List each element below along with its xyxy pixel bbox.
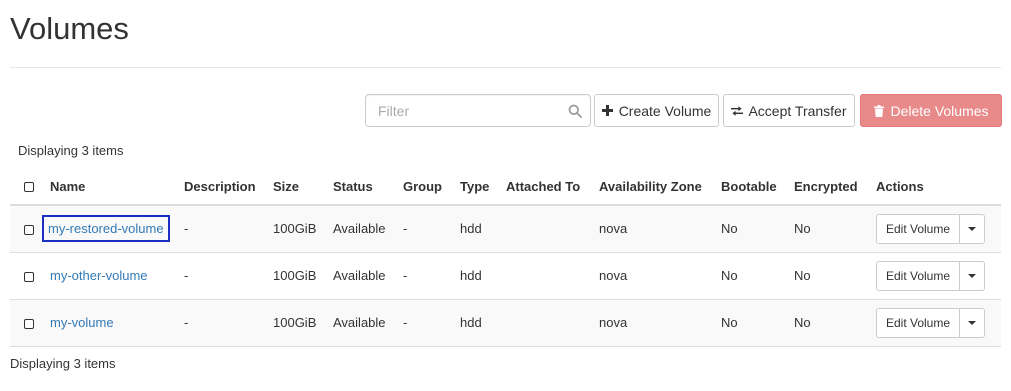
row-actions: Edit Volume (876, 260, 985, 291)
row-select-cell (10, 252, 50, 300)
column-header-status[interactable]: Status (333, 168, 403, 206)
availability-zone-cell: nova (599, 299, 721, 347)
row-checkbox[interactable] (24, 318, 34, 329)
select-all-checkbox[interactable] (24, 182, 34, 193)
caret-down-icon (968, 273, 976, 278)
page-title: Volumes (10, 11, 129, 46)
attached-to-cell (506, 299, 599, 347)
status-cell: Available (333, 299, 403, 347)
row-select-cell (10, 299, 50, 347)
volumes-table: Name Description Size Status Group Type … (10, 168, 1001, 347)
filter-box (365, 94, 591, 127)
column-header-actions: Actions (876, 168, 1001, 206)
availability-zone-cell: nova (599, 252, 721, 300)
search-icon[interactable] (568, 104, 582, 118)
group-cell: - (403, 299, 460, 347)
description-cell: - (184, 252, 273, 300)
volume-name-link[interactable]: my-other-volume (50, 268, 148, 283)
row-checkbox[interactable] (24, 224, 34, 235)
column-header-attached-to[interactable]: Attached To (506, 168, 599, 206)
column-header-description[interactable]: Description (184, 168, 273, 206)
encrypted-cell: No (794, 252, 876, 300)
trash-icon (873, 104, 885, 117)
filter-input[interactable] (366, 95, 561, 126)
column-header-bootable[interactable]: Bootable (721, 168, 794, 206)
table-row: my-restored-volume - 100GiB Available - … (10, 205, 1001, 253)
column-header-name[interactable]: Name (50, 168, 184, 206)
column-header-size[interactable]: Size (273, 168, 333, 206)
attached-to-cell (506, 252, 599, 300)
actions-cell: Edit Volume (876, 252, 1001, 300)
edit-volume-button[interactable]: Edit Volume (876, 307, 960, 338)
create-volume-label: Create Volume (618, 102, 712, 119)
status-cell: Available (333, 252, 403, 300)
type-cell: hdd (460, 205, 506, 253)
item-count-top: Displaying 3 items (18, 143, 124, 158)
caret-down-icon (968, 226, 976, 231)
volume-name-link[interactable]: my-volume (50, 315, 114, 330)
row-actions: Edit Volume (876, 213, 985, 244)
volume-name-link[interactable]: my-restored-volume (42, 215, 170, 243)
delete-volumes-label: Delete Volumes (890, 102, 989, 119)
volume-name-cell: my-volume (50, 299, 184, 347)
row-actions-dropdown[interactable] (960, 260, 985, 291)
type-cell: hdd (460, 299, 506, 347)
edit-volume-button[interactable]: Edit Volume (876, 260, 960, 291)
type-cell: hdd (460, 252, 506, 300)
create-volume-button[interactable]: Create Volume (594, 94, 719, 127)
table-header-row: Name Description Size Status Group Type … (10, 168, 1001, 206)
size-cell: 100GiB (273, 205, 333, 253)
size-cell: 100GiB (273, 299, 333, 347)
select-all-cell (10, 168, 50, 206)
table-row: my-volume - 100GiB Available - hdd nova … (10, 299, 1001, 347)
row-actions: Edit Volume (876, 307, 985, 338)
row-actions-dropdown[interactable] (960, 213, 985, 244)
column-header-encrypted[interactable]: Encrypted (794, 168, 876, 206)
row-actions-dropdown[interactable] (960, 307, 985, 338)
plus-icon (602, 105, 614, 117)
actions-cell: Edit Volume (876, 299, 1001, 347)
group-cell: - (403, 205, 460, 253)
description-cell: - (184, 299, 273, 347)
column-header-group[interactable]: Group (403, 168, 460, 206)
availability-zone-cell: nova (599, 205, 721, 253)
caret-down-icon (968, 320, 976, 325)
actions-cell: Edit Volume (876, 205, 1001, 253)
delete-volumes-button[interactable]: Delete Volumes (860, 94, 1002, 127)
volume-name-cell: my-restored-volume (42, 205, 184, 253)
bootable-cell: No (721, 252, 794, 300)
attached-to-cell (506, 205, 599, 253)
edit-volume-button[interactable]: Edit Volume (876, 213, 960, 244)
exchange-icon (731, 105, 744, 117)
bootable-cell: No (721, 205, 794, 253)
accept-transfer-label: Accept Transfer (748, 102, 847, 119)
size-cell: 100GiB (273, 252, 333, 300)
description-cell: - (184, 205, 273, 253)
column-header-availability-zone[interactable]: Availability Zone (599, 168, 721, 206)
accept-transfer-button[interactable]: Accept Transfer (723, 94, 855, 127)
status-cell: Available (333, 205, 403, 253)
row-checkbox[interactable] (24, 271, 34, 282)
title-divider (10, 67, 1001, 68)
bootable-cell: No (721, 299, 794, 347)
volume-name-cell: my-other-volume (50, 252, 184, 300)
group-cell: - (403, 252, 460, 300)
encrypted-cell: No (794, 299, 876, 347)
table-row: my-other-volume - 100GiB Available - hdd… (10, 252, 1001, 300)
encrypted-cell: No (794, 205, 876, 253)
item-count-bottom: Displaying 3 items (10, 356, 116, 371)
column-header-type[interactable]: Type (460, 168, 506, 206)
